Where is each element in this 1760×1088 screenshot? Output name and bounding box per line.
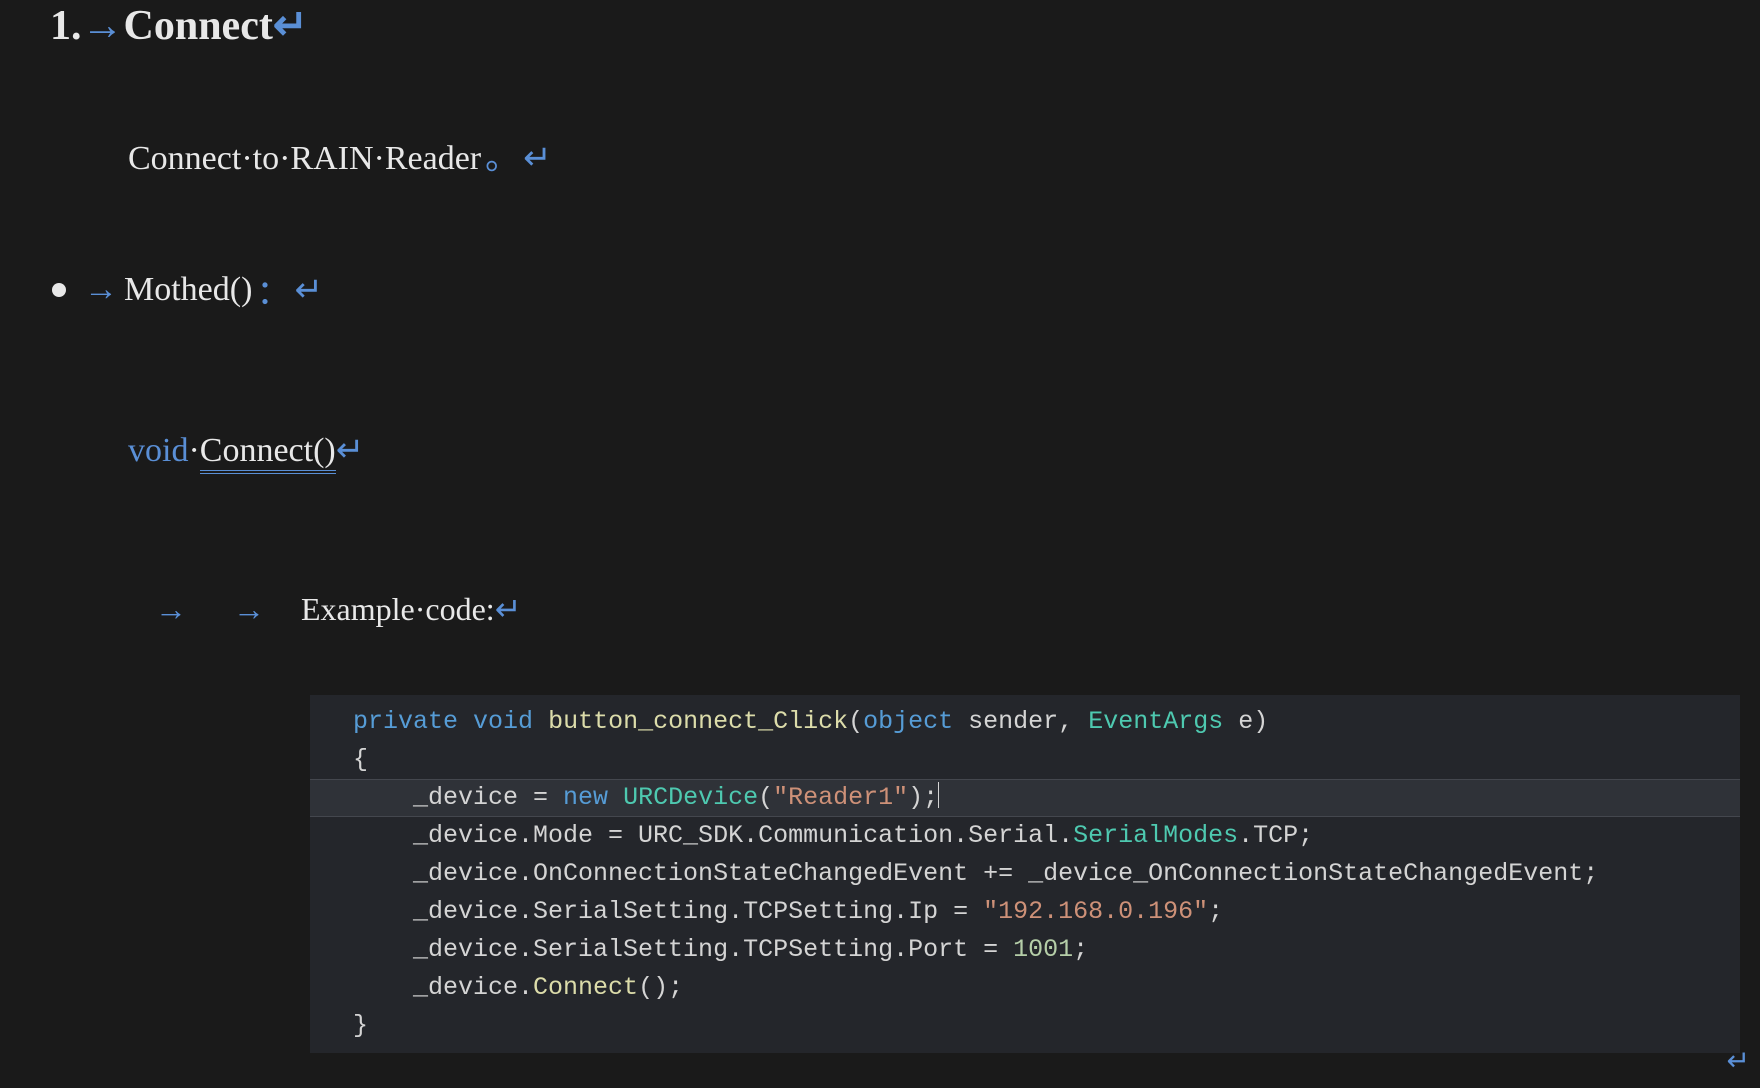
code-line-5: _device.OnConnectionStateChangedEvent +=…: [310, 855, 1740, 893]
token-indent: [353, 859, 413, 888]
tab-arrow-icon: →: [82, 3, 124, 49]
token-plain: _device.SerialSetting.TCPSetting.Ip =: [413, 897, 983, 926]
example-word-1: code: [425, 591, 485, 627]
return-icon: ↵: [336, 432, 365, 469]
token-function: button_connect_Click: [548, 707, 848, 736]
method-label-paren: (): [230, 271, 253, 309]
token-keyword: void: [473, 707, 533, 736]
token-plain: _device =: [413, 783, 563, 812]
text-caret-icon: [938, 782, 939, 808]
code-line-8: _device.Connect();: [310, 969, 1740, 1007]
method-bullet-line: → Mothed()：↵: [52, 265, 323, 314]
code-line-6: _device.SerialSetting.TCPSetting.Ip = "1…: [310, 893, 1740, 931]
token-plain: .TCP;: [1238, 821, 1313, 850]
token-plain: [608, 783, 623, 812]
token-plain: (: [758, 783, 773, 812]
code-line-1: private void button_connect_Click(object…: [310, 703, 1740, 741]
token-plain: );: [908, 783, 938, 812]
token-number: 1001: [1013, 935, 1073, 964]
document-page: 1.→Connect↵ Connect·to·RAIN·Reader。↵ → M…: [0, 0, 1760, 1088]
method-label-name: Mothed: [124, 271, 230, 309]
token-plain: ();: [638, 973, 683, 1002]
example-word-0: Example: [301, 591, 415, 627]
code-line-2: {: [310, 741, 1740, 779]
token-indent: [353, 935, 413, 964]
token-string: "Reader1": [773, 783, 908, 812]
code-block: private void button_connect_Click(object…: [310, 695, 1740, 1053]
signature-name: Connect(): [200, 432, 336, 474]
token-indent: [353, 973, 413, 1002]
return-icon: ↵: [1727, 1044, 1750, 1078]
token-function: Connect: [533, 973, 638, 1002]
heading-title: Connect: [124, 3, 273, 49]
token-indent: [353, 897, 413, 926]
space-dot-icon: ·: [241, 140, 252, 177]
keyword-void: void: [128, 432, 188, 469]
space-dot-icon: ·: [188, 432, 199, 469]
token-indent: [353, 783, 413, 812]
token-plain: {: [353, 745, 368, 774]
token-plain: (: [848, 707, 863, 736]
token-type: EventArgs: [1088, 707, 1223, 736]
code-line-7: _device.SerialSetting.TCPSetting.Port = …: [310, 931, 1740, 969]
token-plain: sender,: [953, 707, 1088, 736]
space-dot-icon: ·: [415, 591, 426, 627]
return-icon: ↵: [523, 140, 552, 177]
token-type: URCDevice: [623, 783, 758, 812]
example-label-line: → → Example·code:↵: [155, 590, 522, 628]
tab-arrow-icon: →: [84, 271, 118, 309]
heading-number: 1.: [50, 3, 82, 49]
colon-fullwidth-icon: ：: [256, 265, 290, 314]
token-string: "192.168.0.196": [983, 897, 1208, 926]
code-line-3: _device = new URCDevice("Reader1");: [310, 779, 1740, 817]
bullet-icon: [52, 283, 66, 297]
token-plain: ;: [1208, 897, 1223, 926]
token-type: SerialModes: [1073, 821, 1238, 850]
token-plain: _device.SerialSetting.TCPSetting.Port =: [413, 935, 1013, 964]
intro-word-0: Connect: [128, 140, 241, 177]
token-plain: _device.: [413, 973, 533, 1002]
intro-word-1: to: [253, 140, 279, 177]
intro-word-3: Reader: [385, 140, 481, 177]
token-keyword: new: [563, 783, 608, 812]
space-dot-icon: ·: [279, 140, 290, 177]
code-line-4: _device.Mode = URC_SDK.Communication.Ser…: [310, 817, 1740, 855]
tab-arrow-icon: →: [233, 591, 293, 628]
return-icon: ↵: [273, 3, 308, 49]
signature-line: void·Connect()↵: [128, 430, 364, 470]
token-indent: [353, 821, 413, 850]
token-plain: ;: [1073, 935, 1088, 964]
tab-arrow-icon: →: [155, 591, 225, 628]
intro-line: Connect·to·RAIN·Reader。↵: [128, 130, 552, 179]
token-plain: e: [1223, 707, 1253, 736]
token-plain: ): [1253, 707, 1268, 736]
return-icon: ↵: [294, 270, 323, 310]
heading-line: 1.→Connect↵: [50, 0, 308, 50]
token-plain: _device.OnConnectionStateChangedEvent +=…: [413, 859, 1598, 888]
return-icon: ↵: [495, 591, 522, 627]
token-keyword: private: [353, 707, 458, 736]
intro-word-2: RAIN: [290, 140, 373, 177]
example-colon: :: [486, 591, 495, 627]
token-plain: }: [353, 1011, 368, 1040]
token-keyword: object: [863, 707, 953, 736]
space-dot-icon: ·: [374, 140, 385, 177]
token-plain: _device.Mode = URC_SDK.Communication.Ser…: [413, 821, 1073, 850]
code-line-9: }: [310, 1007, 1740, 1045]
period-fullwidth-icon: 。: [485, 140, 519, 177]
